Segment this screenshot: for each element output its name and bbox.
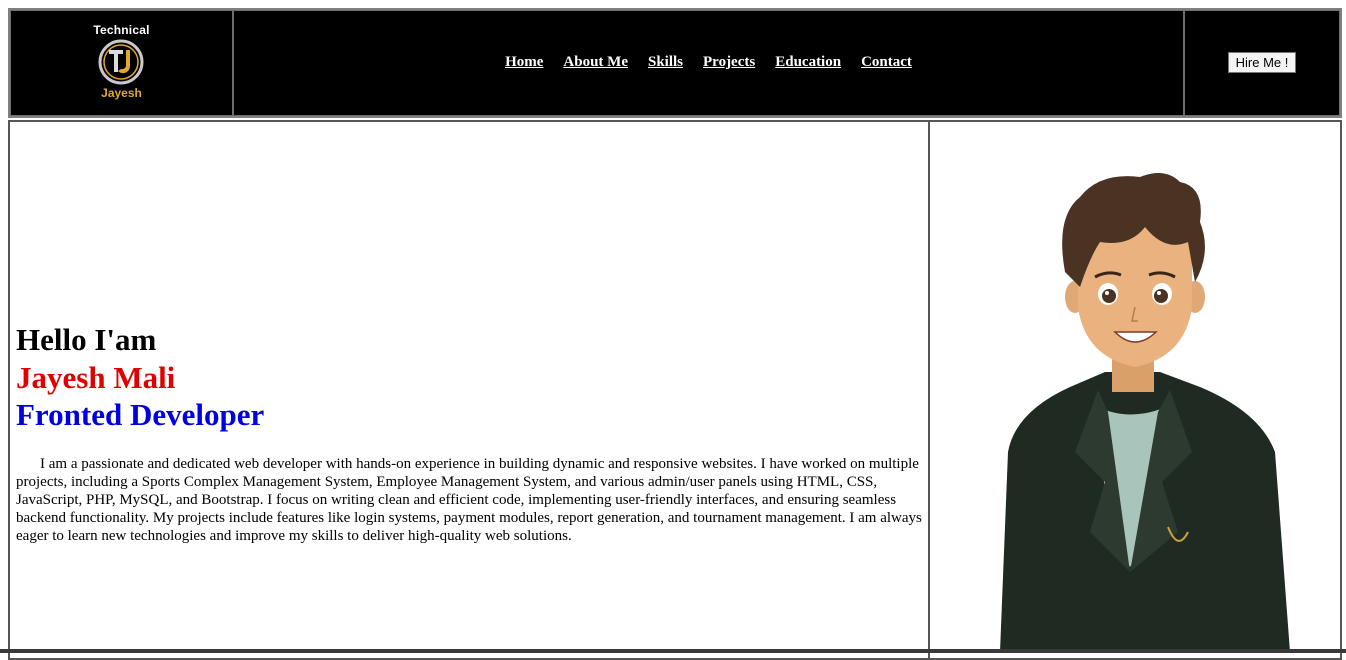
logo-top-text: Technical — [93, 22, 150, 37]
hero-image-panel — [930, 122, 1340, 658]
logo-bottom-text: Jayesh — [101, 85, 142, 100]
nav-link-skills[interactable]: Skills — [648, 54, 683, 71]
header-navbar: Technical Jayesh Home About Me Skills Pr… — [8, 8, 1342, 118]
hero-section: Hello I'am Jayesh Mali Fronted Developer… — [8, 120, 1342, 660]
nav-link-contact[interactable]: Contact — [861, 54, 912, 71]
hire-me-button[interactable]: Hire Me ! — [1227, 51, 1297, 73]
nav-link-education[interactable]: Education — [775, 54, 841, 71]
nav-link-projects[interactable]: Projects — [703, 54, 755, 71]
hire-cell: Hire Me ! — [1184, 10, 1340, 116]
hero-text-panel: Hello I'am Jayesh Mali Fronted Developer… — [10, 122, 930, 658]
avatar-illustration — [1000, 173, 1290, 652]
tj-logo-icon — [98, 39, 144, 84]
hero-bio: I am a passionate and dedicated web deve… — [16, 456, 922, 544]
nav-link-home[interactable]: Home — [505, 54, 543, 71]
horizontal-scrollbar[interactable] — [0, 649, 1346, 653]
logo[interactable]: Technical Jayesh — [93, 23, 149, 100]
logo-cell: Technical Jayesh — [10, 10, 233, 116]
nav-link-about[interactable]: About Me — [563, 54, 628, 71]
hero-role: Fronted Developer — [16, 397, 265, 432]
hero-name: Jayesh Mali — [16, 360, 176, 395]
hero-greeting: Hello I'am — [16, 322, 157, 357]
nav-links: Home About Me Skills Projects Education … — [233, 10, 1184, 116]
